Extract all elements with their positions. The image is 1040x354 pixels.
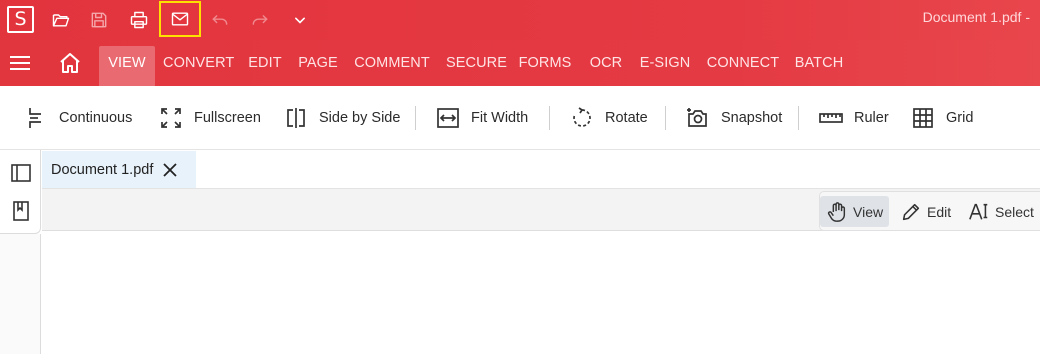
- open-folder-icon[interactable]: [46, 5, 76, 35]
- menu-batch[interactable]: BATCH: [794, 40, 844, 86]
- redo-icon[interactable]: [245, 5, 275, 35]
- page-canvas[interactable]: [42, 231, 1040, 354]
- interaction-mode-group: View Edit Select: [819, 191, 1040, 231]
- snapshot-icon: [687, 108, 707, 127]
- view-mode-button[interactable]: View: [820, 196, 890, 227]
- rotate-icon: [573, 107, 591, 127]
- print-icon[interactable]: [124, 5, 154, 35]
- fullscreen-label: Fullscreen: [194, 110, 261, 126]
- thumbnails-panel-icon[interactable]: [9, 161, 33, 185]
- document-tab-label: Document 1.pdf: [51, 161, 154, 178]
- snapshot-button[interactable]: Snapshot: [686, 104, 782, 132]
- text-select-icon: [969, 203, 988, 220]
- pdf-editor-window: S Document 1.pdf - VIEW CONVERT EDIT PAG…: [0, 0, 1040, 354]
- fit-width-icon: [437, 108, 459, 128]
- view-toolbar: Continuous Fullscreen Side by Side Fit W…: [0, 86, 1040, 150]
- menu-ocr[interactable]: OCR: [588, 40, 624, 86]
- menu-view[interactable]: VIEW: [99, 46, 155, 86]
- side-by-side-label: Side by Side: [319, 110, 401, 126]
- hamburger-menu-icon[interactable]: [9, 54, 31, 72]
- document-tab-strip: Document 1.pdf: [42, 150, 1040, 188]
- continuous-button[interactable]: Continuous: [24, 104, 132, 132]
- side-panel: [0, 150, 41, 234]
- pencil-icon: [902, 203, 920, 220]
- fullscreen-icon: [161, 108, 181, 128]
- snapshot-label: Snapshot: [721, 110, 783, 126]
- toolbar-divider: [665, 106, 666, 130]
- grid-label: Grid: [946, 110, 974, 126]
- fit-width-button[interactable]: Fit Width: [436, 104, 528, 132]
- ruler-button[interactable]: Ruler: [819, 104, 889, 132]
- rotate-button[interactable]: Rotate: [570, 104, 648, 132]
- menu-e-sign[interactable]: E-SIGN: [638, 40, 692, 86]
- document-tab[interactable]: Document 1.pdf: [42, 151, 196, 188]
- save-icon[interactable]: [84, 5, 114, 35]
- side-by-side-button[interactable]: Side by Side: [284, 104, 400, 132]
- menu-secure[interactable]: SECURE: [446, 40, 507, 86]
- side-rail: [0, 234, 41, 354]
- toolbar-divider: [798, 106, 799, 130]
- app-logo: S: [7, 6, 34, 33]
- ruler-label: Ruler: [854, 110, 889, 126]
- mode-bar: View Edit Select: [42, 188, 1040, 231]
- ruler-icon: [819, 113, 843, 123]
- toolbar-divider: [415, 106, 416, 130]
- toolbar-divider: [549, 106, 550, 130]
- chevron-down-icon[interactable]: [285, 5, 315, 35]
- menu-comment[interactable]: COMMENT: [352, 40, 432, 86]
- menu-convert[interactable]: CONVERT: [163, 40, 234, 86]
- email-icon[interactable]: [159, 1, 201, 37]
- continuous-label: Continuous: [59, 110, 133, 126]
- edit-mode-button[interactable]: Edit: [894, 196, 957, 227]
- edit-mode-label: Edit: [927, 203, 952, 220]
- menu-connect[interactable]: CONNECT: [706, 40, 780, 86]
- menu-edit[interactable]: EDIT: [246, 40, 284, 86]
- continuous-icon: [29, 108, 41, 128]
- grid-icon: [913, 108, 933, 128]
- window-title: Document 1.pdf -: [922, 9, 1030, 25]
- grid-button[interactable]: Grid: [911, 104, 973, 132]
- close-tab-icon[interactable]: [160, 160, 180, 180]
- select-mode-button[interactable]: Select: [962, 196, 1040, 227]
- menu-page[interactable]: PAGE: [298, 40, 338, 86]
- document-area: Document 1.pdf View Edit Select: [42, 150, 1040, 354]
- menu-bar: VIEW CONVERT EDIT PAGE COMMENT SECURE FO…: [0, 40, 1040, 86]
- view-mode-label: View: [853, 203, 884, 220]
- side-by-side-icon: [287, 108, 305, 128]
- title-bar: S Document 1.pdf -: [0, 0, 1040, 40]
- fit-width-label: Fit Width: [471, 110, 529, 126]
- rotate-label: Rotate: [605, 110, 648, 126]
- select-mode-label: Select: [995, 203, 1034, 220]
- fullscreen-button[interactable]: Fullscreen: [159, 104, 261, 132]
- undo-icon[interactable]: [205, 5, 235, 35]
- hand-icon: [827, 201, 846, 222]
- menu-forms[interactable]: FORMS: [518, 40, 572, 86]
- bookmark-panel-icon[interactable]: [9, 199, 33, 223]
- home-icon[interactable]: [57, 51, 83, 75]
